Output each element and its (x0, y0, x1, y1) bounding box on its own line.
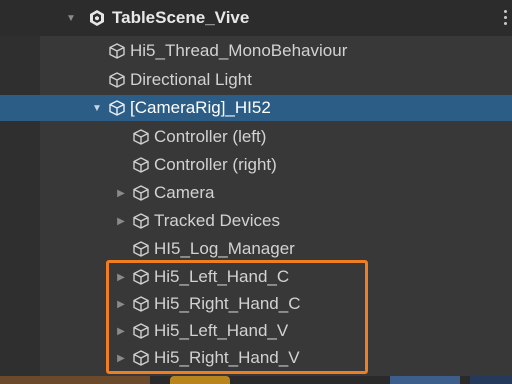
scene-name: TableScene_Vive (112, 8, 250, 27)
gameobject-cube-icon (109, 100, 125, 116)
hierarchy-gutter (0, 0, 40, 384)
collapsed-arrow-icon[interactable]: ▶ (114, 270, 128, 284)
hierarchy-item-camerarig[interactable]: ▼ [CameraRig]_HI52 (0, 95, 512, 121)
gameobject-cube-icon (109, 72, 125, 88)
panel-edge-segment (470, 376, 512, 384)
collapsed-arrow-icon[interactable]: ▶ (114, 351, 128, 365)
hierarchy-item-camera[interactable]: ▶ Camera (40, 180, 512, 206)
hierarchy-item-hi5-left-hand-v[interactable]: ▶ Hi5_Left_Hand_V (40, 318, 512, 344)
hierarchy-item-label: HI5_Log_Manager (154, 239, 295, 258)
hierarchy-item-label: Camera (154, 183, 215, 202)
unity-scene-icon (90, 10, 104, 26)
hierarchy-item-label: Hi5_Right_Hand_C (154, 294, 301, 313)
panel-edge-segment (390, 376, 460, 384)
more-options-icon[interactable] (504, 10, 508, 26)
hierarchy-item-label: Tracked Devices (154, 211, 280, 230)
hierarchy-item-label: Hi5_Right_Hand_V (154, 348, 300, 367)
gameobject-cube-icon (133, 269, 149, 285)
hierarchy-item-tracked-devices[interactable]: ▶ Tracked Devices (40, 208, 512, 234)
gameobject-cube-icon (133, 296, 149, 312)
gameobject-cube-icon (133, 157, 149, 173)
hierarchy-item-hi5-left-hand-c[interactable]: ▶ Hi5_Left_Hand_C (40, 264, 512, 290)
panel-edge-segment (170, 376, 230, 384)
gameobject-cube-icon (133, 323, 149, 339)
panel-edge-segment (0, 376, 150, 384)
expanded-arrow-icon[interactable]: ▼ (90, 101, 104, 115)
hierarchy-item-label: Controller (right) (154, 155, 277, 174)
scene-root-row[interactable]: ▼ TableScene_Vive (0, 0, 512, 36)
hierarchy-item-label: Hi5_Left_Hand_C (154, 267, 290, 286)
hierarchy-item-hi5-thread-monobehaviour[interactable]: Hi5_Thread_MonoBehaviour (40, 38, 512, 64)
hierarchy-item-hi5-log-manager[interactable]: HI5_Log_Manager (40, 236, 512, 262)
hierarchy-item-label: Hi5_Left_Hand_V (154, 321, 289, 340)
hierarchy-item-controller-left[interactable]: Controller (left) (40, 124, 512, 150)
hierarchy-item-label: Hi5_Thread_MonoBehaviour (130, 41, 348, 60)
expanded-arrow-icon[interactable]: ▼ (64, 11, 78, 25)
collapsed-arrow-icon[interactable]: ▶ (114, 297, 128, 311)
gameobject-cube-icon (133, 350, 149, 366)
collapsed-arrow-icon[interactable]: ▶ (114, 214, 128, 228)
gameobject-cube-icon (133, 129, 149, 145)
gameobject-cube-icon (133, 241, 149, 257)
hierarchy-item-label: [CameraRig]_HI52 (130, 98, 271, 117)
bottom-panel-edge (0, 376, 512, 384)
hierarchy-item-hi5-right-hand-v[interactable]: ▶ Hi5_Right_Hand_V (40, 345, 512, 371)
hierarchy-item-label: Controller (left) (154, 127, 267, 146)
hierarchy-item-label: Directional Light (130, 70, 252, 89)
gameobject-cube-icon (109, 43, 125, 59)
gameobject-cube-icon (133, 185, 149, 201)
collapsed-arrow-icon[interactable]: ▶ (114, 324, 128, 338)
hierarchy-item-directional-light[interactable]: Directional Light (40, 67, 512, 93)
gameobject-cube-icon (133, 213, 149, 229)
collapsed-arrow-icon[interactable]: ▶ (114, 186, 128, 200)
hierarchy-item-controller-right[interactable]: Controller (right) (40, 152, 512, 178)
hierarchy-item-hi5-right-hand-c[interactable]: ▶ Hi5_Right_Hand_C (40, 291, 512, 317)
